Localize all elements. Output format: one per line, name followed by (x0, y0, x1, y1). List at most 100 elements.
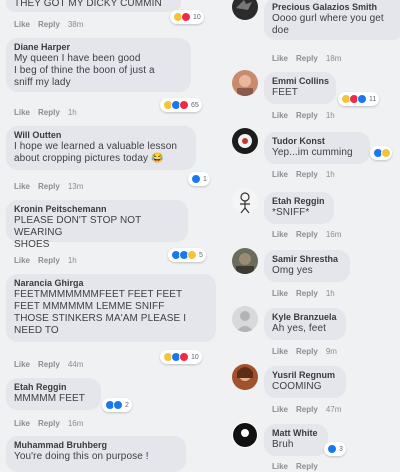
avatar[interactable] (232, 0, 258, 20)
reaction-summary[interactable]: 10 (160, 350, 202, 364)
comment: Etah Reggin MMMMM FEET 2 Like Reply 16m (0, 378, 228, 432)
comment: Tudor Konst Yep...im cumming Like Reply 1h (228, 128, 400, 184)
comment: Samir Shrestha Omg yes Like Reply 1h (228, 248, 400, 302)
comment: Diane Harper My queen I have been good I… (0, 38, 228, 122)
comment-author[interactable]: Kyle Branzuela (272, 312, 338, 323)
comment-bubble: Etah Reggin MMMMM FEET (6, 378, 101, 410)
comment-author[interactable]: Matt White (272, 428, 320, 439)
reply-link[interactable]: Reply (296, 111, 318, 120)
comment-author[interactable]: Etah Reggin (14, 382, 93, 393)
like-link[interactable]: Like (14, 419, 30, 428)
comment-author[interactable]: Muhammad Bruhberg (14, 440, 178, 451)
like-link[interactable]: Like (14, 182, 30, 191)
like-link[interactable]: Like (272, 54, 288, 63)
avatar-image-icon (233, 423, 257, 447)
reply-link[interactable]: Reply (296, 54, 318, 63)
reply-link[interactable]: Reply (38, 360, 60, 369)
like-reaction-icon (327, 444, 337, 454)
avatar[interactable] (232, 364, 258, 390)
comment-actions: Like Reply 9m (272, 347, 345, 356)
comment-actions: Like Reply 18m (272, 54, 349, 63)
like-reaction-icon (191, 174, 201, 184)
reply-link[interactable]: Reply (38, 256, 60, 265)
like-link[interactable]: Like (272, 462, 288, 471)
comment-actions: Like Reply 16m (14, 419, 91, 428)
comment-author[interactable]: Kronin Peitschemann (14, 204, 180, 215)
comment-text: FEETMMMMMMMFEET FEET FEET FEET MMMMMM LE… (14, 289, 187, 336)
reply-link[interactable]: Reply (296, 289, 318, 298)
comment-actions: Like Reply 16m (272, 230, 349, 239)
timestamp: 38m (67, 20, 84, 29)
reaction-count: 11 (369, 95, 377, 103)
avatar-image-icon (236, 253, 254, 274)
comment: Muhammad Bruhberg You're doing this on p… (0, 436, 228, 472)
comment-author[interactable]: Narancia Ghirga (14, 278, 208, 289)
reply-link[interactable]: Reply (296, 462, 318, 471)
timestamp: 1h (325, 111, 335, 120)
reply-link[interactable]: Reply (38, 108, 60, 117)
reply-link[interactable]: Reply (38, 20, 60, 29)
comment-bubble: Tudor Konst Yep...im cumming (264, 132, 370, 164)
comment-bubble: Will Outten I hope we learned a valuable… (6, 126, 196, 170)
reaction-summary[interactable]: 11 (338, 92, 380, 106)
reaction-summary[interactable]: 5 (168, 248, 206, 262)
like-link[interactable]: Like (272, 170, 288, 179)
comment-text: My queen I have been good I beg of thine… (14, 53, 155, 88)
comment-text: I hope we learned a valuable lesson abou… (14, 141, 178, 164)
comment-author[interactable]: Precious Galazios Smith (272, 2, 396, 13)
avatar[interactable] (232, 70, 258, 96)
comment-actions: Like Reply 1h (272, 289, 343, 298)
like-link[interactable]: Like (272, 289, 288, 298)
comment: Narancia Ghirga FEETMMMMMMMFEET FEET FEE… (0, 274, 228, 374)
comment-author[interactable]: Emmi Collins (272, 76, 329, 87)
reply-link[interactable]: Reply (296, 405, 318, 414)
reply-link[interactable]: Reply (296, 170, 318, 179)
reply-link[interactable]: Reply (38, 182, 60, 191)
comment-bubble: Narancia Ghirga FEETMMMMMMMFEET FEET FEE… (6, 274, 216, 342)
like-link[interactable]: Like (14, 20, 30, 29)
reply-link[interactable]: Reply (38, 419, 60, 428)
comment: THEY GOT MY DICKY CUMMIN 10 Like Reply 38m (0, 0, 228, 36)
comment-text: Yep...im cumming (272, 147, 353, 158)
comment-bubble: Yusril Regnum COOMING (264, 366, 346, 398)
reaction-summary[interactable]: 1 (188, 172, 210, 186)
like-link[interactable]: Like (272, 111, 288, 120)
like-link[interactable]: Like (14, 108, 30, 117)
avatar[interactable] (232, 248, 258, 274)
right-comment-column: Precious Galazios Smith Oooo gurl where … (228, 0, 400, 471)
reaction-summary[interactable]: 10 (170, 10, 204, 24)
reaction-summary[interactable]: 3 (324, 442, 346, 456)
comment-author[interactable]: Samir Shrestha (272, 254, 342, 265)
comment-author[interactable]: Diane Harper (14, 42, 183, 53)
timestamp: 9m (325, 347, 337, 356)
comment-actions: Like Reply 13m (14, 182, 91, 191)
avatar[interactable] (232, 306, 258, 332)
reaction-count: 1 (203, 175, 207, 183)
comment-author[interactable]: Will Outten (14, 130, 188, 141)
avatar-image-icon (240, 192, 250, 214)
timestamp: 1h (67, 108, 77, 117)
timestamp: 16m (325, 230, 342, 239)
like-link[interactable]: Like (14, 360, 30, 369)
avatar[interactable] (232, 188, 258, 214)
reply-link[interactable]: Reply (296, 347, 318, 356)
reaction-summary[interactable]: 2 (102, 398, 132, 412)
like-link[interactable]: Like (272, 230, 288, 239)
comment: Emmi Collins FEET 11 Like Reply 1h (228, 70, 400, 124)
avatar[interactable] (232, 422, 258, 448)
comment-author[interactable]: Tudor Konst (272, 136, 362, 147)
comment-author[interactable]: Etah Reggin (272, 196, 326, 207)
timestamp: 1h (325, 289, 335, 298)
like-link[interactable]: Like (272, 405, 288, 414)
reaction-summary[interactable]: 65 (160, 98, 202, 112)
like-link[interactable]: Like (14, 256, 30, 265)
reply-link[interactable]: Reply (296, 230, 318, 239)
avatar[interactable] (232, 128, 258, 154)
like-link[interactable]: Like (272, 347, 288, 356)
comment-bubble: THEY GOT MY DICKY CUMMIN (6, 0, 181, 12)
reaction-count: 3 (339, 445, 343, 453)
comment: Matt White Bruh 3 Like Reply (228, 422, 400, 471)
reaction-summary[interactable] (370, 146, 392, 160)
comment-author[interactable]: Yusril Regnum (272, 370, 338, 381)
reaction-count: 10 (193, 13, 201, 21)
